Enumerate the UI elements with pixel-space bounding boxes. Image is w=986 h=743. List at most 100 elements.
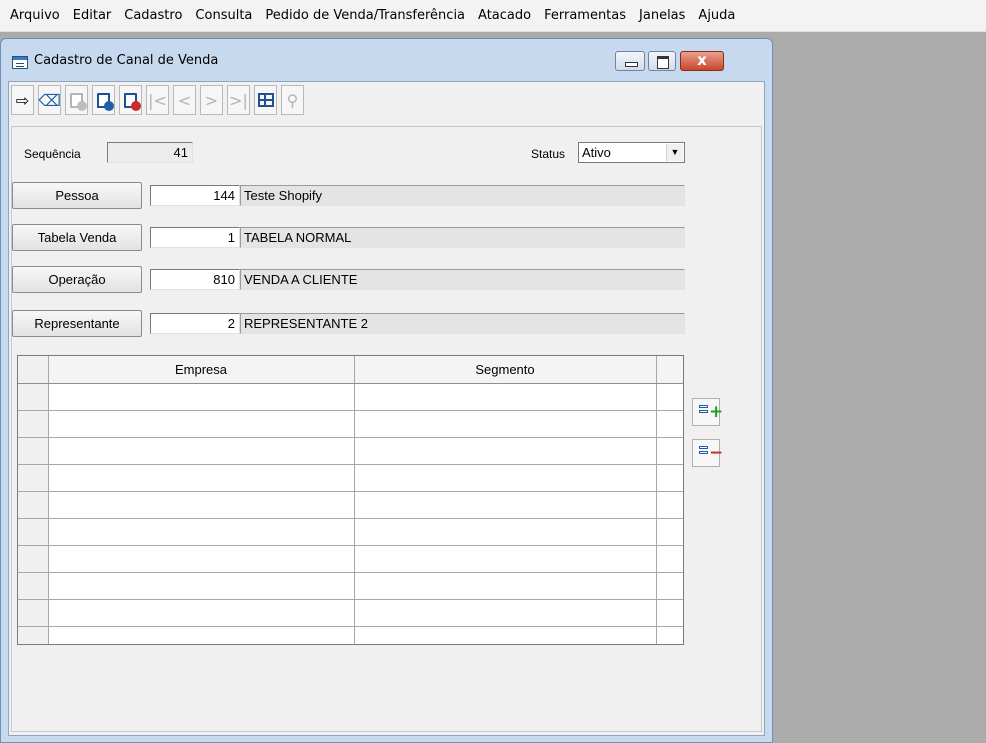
grid-cell-filler [656,572,683,600]
previous-record-icon: < [177,90,192,110]
representante-description: REPRESENTANTE 2 [240,313,685,334]
table-row[interactable] [18,599,683,627]
pessoa-description: Teste Shopify [240,185,685,206]
grid-body [18,383,683,644]
window-form-icon [12,56,28,69]
menu-bar: Arquivo Editar Cadastro Consulta Pedido … [0,0,986,32]
empresa-segmento-grid[interactable]: Empresa Segmento [17,355,684,645]
next-record-button[interactable]: > [200,85,223,115]
grid-cell-empresa[interactable] [48,545,355,573]
grid-cell-segmento[interactable] [354,518,657,546]
table-row[interactable] [18,410,683,438]
table-row[interactable] [18,383,683,411]
grid-cell-empresa[interactable] [48,437,355,465]
save-record-icon [97,92,114,111]
grid-cell-segmento[interactable] [354,572,657,600]
grid-cell-empresa[interactable] [48,410,355,438]
tabela-venda-button[interactable]: Tabela Venda [12,224,142,251]
grid-cell-empresa[interactable] [48,572,355,600]
menu-cadastro[interactable]: Cadastro [118,4,189,28]
grid-cell-segmento[interactable] [354,383,657,411]
delete-record-button[interactable] [119,85,142,115]
menu-atacado[interactable]: Atacado [472,4,538,28]
grid-cell-ind [18,464,49,492]
save-record-button[interactable] [92,85,115,115]
menu-janelas[interactable]: Janelas [633,4,692,28]
window-titlebar[interactable]: Cadastro de Canal de Venda x [8,39,765,81]
grid-cell-segmento[interactable] [354,599,657,627]
representante-code-input[interactable]: 2 [150,313,240,334]
search-button[interactable]: ⚲ [281,85,304,115]
previous-record-button[interactable]: < [173,85,196,115]
grid-cell-empresa[interactable] [48,464,355,492]
menu-consulta[interactable]: Consulta [189,4,259,28]
operacao-button[interactable]: Operação [12,266,142,293]
minimize-button[interactable] [615,51,645,71]
chevron-down-icon[interactable]: ▼ [666,144,683,161]
new-record-icon [70,92,87,111]
table-row[interactable] [18,437,683,465]
grid-cell-filler [656,410,683,438]
menu-pedido-venda[interactable]: Pedido de Venda/Transferência [259,4,472,28]
tabela-venda-description: TABELA NORMAL [240,227,685,248]
table-row[interactable] [18,491,683,519]
grid-cell-segmento[interactable] [354,626,657,644]
pessoa-code-input[interactable]: 144 [150,185,240,206]
grid-filler-header [656,356,683,384]
grid-cell-ind [18,518,49,546]
grid-cell-empresa[interactable] [48,518,355,546]
close-button[interactable]: x [680,51,724,71]
grid-cell-segmento[interactable] [354,410,657,438]
grid-cell-filler [656,545,683,573]
representante-button[interactable]: Representante [12,310,142,337]
close-icon: x [697,51,707,69]
grid-cell-ind [18,572,49,600]
column-header-empresa[interactable]: Empresa [48,356,355,384]
clear-button[interactable]: ⌫ [38,85,61,115]
table-row[interactable] [18,545,683,573]
grid-cell-ind [18,626,49,644]
tabela-venda-code-input[interactable]: 1 [150,227,240,248]
menu-ajuda[interactable]: Ajuda [692,4,742,28]
next-record-icon: > [204,90,219,110]
table-row[interactable] [18,464,683,492]
grid-view-icon [257,93,274,107]
last-record-button[interactable]: >| [227,85,250,115]
grid-view-button[interactable] [254,85,277,115]
first-record-button[interactable]: |< [146,85,169,115]
grid-cell-ind [18,410,49,438]
column-header-segmento[interactable]: Segmento [354,356,657,384]
last-record-icon: >| [229,90,248,110]
grid-cell-filler [656,491,683,519]
table-row[interactable] [18,572,683,600]
grid-cell-empresa[interactable] [48,626,355,644]
grid-cell-segmento[interactable] [354,464,657,492]
grid-cell-segmento[interactable] [354,491,657,519]
menu-ferramentas[interactable]: Ferramentas [538,4,633,28]
add-row-button[interactable]: + [692,398,723,426]
pessoa-button[interactable]: Pessoa [12,182,142,209]
menu-arquivo[interactable]: Arquivo [4,4,67,28]
table-row[interactable] [18,518,683,546]
grid-cell-empresa[interactable] [48,383,355,411]
grid-cell-ind [18,491,49,519]
search-icon: ⚲ [286,90,299,110]
grid-cell-ind [18,599,49,627]
grid-cell-segmento[interactable] [354,437,657,465]
grid-cell-empresa[interactable] [48,491,355,519]
menu-editar[interactable]: Editar [67,4,119,28]
row-list-icon [699,446,708,460]
maximize-button[interactable] [648,51,676,71]
grid-cell-segmento[interactable] [354,545,657,573]
table-row[interactable] [18,626,683,644]
exit-button[interactable]: ⇨ [11,85,34,115]
new-record-button[interactable] [65,85,88,115]
status-value: Ativo [582,145,611,160]
operacao-code-input[interactable]: 810 [150,269,240,290]
remove-row-button[interactable]: − [692,439,723,467]
status-select[interactable]: Ativo ▼ [578,142,685,163]
grid-cell-empresa[interactable] [48,599,355,627]
sequencia-field: 41 [107,142,193,163]
grid-cell-ind [18,437,49,465]
sequencia-label: Sequência [24,147,81,161]
